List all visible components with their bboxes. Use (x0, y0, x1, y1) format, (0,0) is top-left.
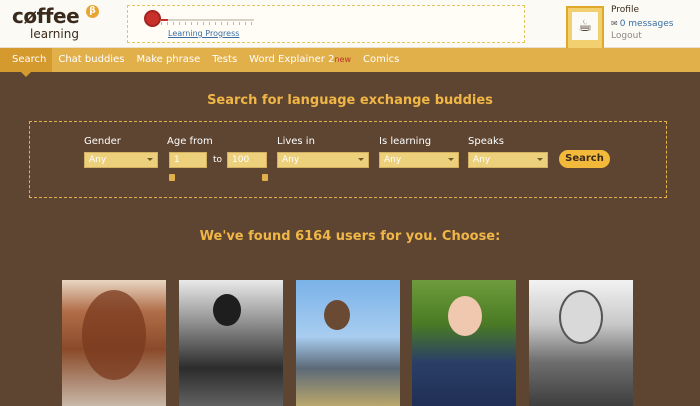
nav-search[interactable]: Search (0, 48, 53, 77)
age-min-slider-handle[interactable] (169, 174, 175, 181)
messages-row[interactable]: ✉ 0 messages (611, 17, 673, 30)
gender-value: Any (89, 155, 107, 165)
lives-in-label: Lives in (277, 136, 315, 147)
search-form: Gender Any Age from 1 to 100 Lives in An… (29, 121, 667, 198)
nav-word-explainer[interactable]: Word Explainer 2new (243, 48, 357, 72)
user-photo-card[interactable] (296, 280, 400, 406)
progress-track (161, 19, 254, 21)
progress-ticks (161, 22, 254, 25)
speaks-value: Any (473, 155, 491, 165)
user-photo (559, 290, 603, 344)
age-to-label: to (213, 155, 223, 165)
is-learning-value: Any (384, 155, 402, 165)
is-learning-label: Is learning (379, 136, 432, 147)
learning-progress-box: Learning Progress (127, 5, 525, 43)
nav-make-phrase[interactable]: Make phrase (130, 48, 206, 72)
page-title: Search for language exchange buddies (207, 93, 493, 108)
envelope-icon: ✉ (611, 19, 618, 28)
is-learning-select[interactable]: Any (379, 152, 459, 168)
coffee-cup-icon (144, 10, 161, 27)
speaks-select[interactable]: Any (468, 152, 548, 168)
search-button[interactable]: Search (559, 150, 610, 168)
user-photo (82, 290, 146, 380)
age-to-input[interactable]: 100 (227, 152, 267, 168)
beta-badge: β (86, 5, 99, 18)
age-from-label: Age from (167, 136, 213, 147)
chevron-down-icon (537, 158, 543, 161)
nav-chat-buddies[interactable]: Chat buddies (52, 48, 130, 72)
user-photo-card[interactable] (529, 280, 633, 406)
lives-in-select[interactable]: Any (277, 152, 369, 168)
user-photo-card[interactable] (412, 280, 516, 406)
chevron-down-icon (358, 158, 364, 161)
user-links: Profile ✉ 0 messages Logout (611, 4, 673, 43)
avatar[interactable]: ☕ (566, 6, 604, 58)
results-count-text: We've found 6164 users for you. Choose: (199, 229, 501, 244)
user-photo (448, 296, 482, 336)
gender-select[interactable]: Any (84, 152, 158, 168)
new-badge: new (334, 55, 351, 64)
logout-link[interactable]: Logout (611, 30, 673, 43)
teapot-icon: ☕ (572, 12, 598, 40)
progress-fill (161, 19, 169, 21)
profile-link[interactable]: Profile (611, 4, 673, 17)
header: cøffee learning β Learning Progress ☕ Pr… (0, 0, 700, 58)
chevron-down-icon (147, 158, 153, 161)
logo-word: cøffee (12, 4, 80, 28)
speaks-label: Speaks (468, 136, 504, 147)
gender-label: Gender (84, 136, 121, 147)
user-photo-card[interactable] (179, 280, 283, 406)
messages-link[interactable]: 0 messages (620, 19, 674, 29)
user-photo (324, 300, 350, 330)
user-photo-card[interactable] (62, 280, 166, 406)
main-nav: Search Chat buddies Make phrase Tests Wo… (0, 48, 700, 77)
learning-progress-link[interactable]: Learning Progress (168, 29, 239, 38)
chevron-down-icon (448, 158, 454, 161)
logo[interactable]: cøffee learning β (12, 2, 102, 44)
age-max-slider-handle[interactable] (262, 174, 268, 181)
age-from-input[interactable]: 1 (169, 152, 207, 168)
nav-tests[interactable]: Tests (206, 48, 243, 72)
nav-word-explainer-label: Word Explainer 2 (249, 54, 335, 65)
logo-sub: learning (30, 27, 79, 41)
lives-in-value: Any (282, 155, 300, 165)
nav-comics[interactable]: Comics (357, 48, 405, 72)
user-photo (213, 294, 241, 326)
